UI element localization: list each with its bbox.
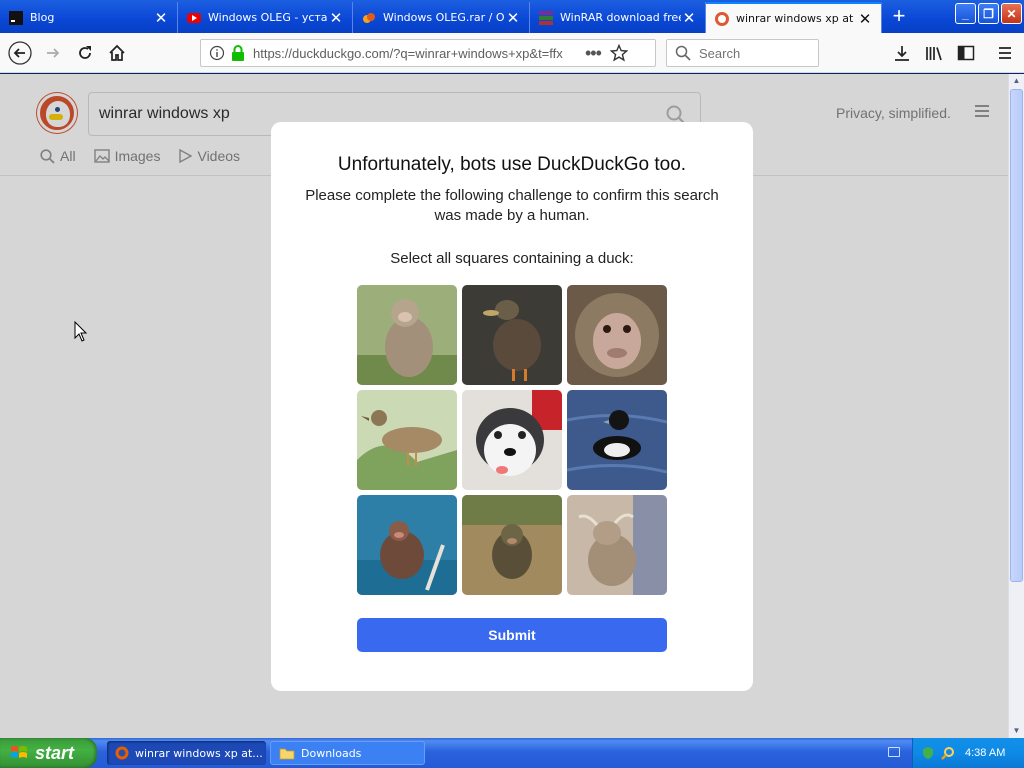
tab-label: Blog [30,11,55,24]
captcha-tile-goat[interactable] [567,495,667,595]
close-tab-icon[interactable]: ✕ [857,10,873,28]
captcha-tile-monkey[interactable] [357,495,457,595]
firefox-icon [115,746,129,760]
taskbar: start winrar windows xp at... Downloads … [0,738,1024,768]
start-button[interactable]: start [0,738,97,768]
close-tab-icon[interactable]: ✕ [505,9,521,27]
url-text: https://duckduckgo.com/?q=winrar+windows… [253,45,563,61]
captcha-tile-duck[interactable] [462,285,562,385]
challenge-subtitle: Please complete the following challenge … [305,187,719,224]
forward-arrow-icon [47,48,60,58]
info-icon[interactable] [209,45,225,61]
mouse-cursor-icon [74,321,88,342]
tab-strip: Blog ✕ Windows OLEG - устанс ✕ Windows O… [0,0,1024,33]
maximize-button[interactable]: ❐ [978,3,999,24]
page-actions-icon[interactable]: ••• [585,43,602,64]
tab-blog[interactable]: Blog ✕ [0,2,178,33]
youtube-icon [187,11,201,25]
forward-button[interactable] [37,37,69,69]
challenge-instruction: Select all squares containing a duck: [390,250,634,267]
system-tray: 4:38 AM [912,738,1024,768]
page-viewport: winrar windows xp All Images Videos Priv… [0,74,1008,738]
captcha-tile-monkey[interactable] [567,285,667,385]
search-icon [675,45,691,61]
search-bar[interactable]: Search [666,39,819,67]
hamburger-icon [999,47,1011,59]
address-bar[interactable]: https://duckduckgo.com/?q=winrar+windows… [200,39,656,67]
bookmark-star-icon[interactable] [609,44,628,62]
keyboard-layout-icon[interactable] [888,747,900,757]
tab-label: winrar windows xp at Du [736,12,857,25]
vertical-scrollbar[interactable]: ▲ ▼ [1008,74,1024,738]
taskbar-item-firefox[interactable]: winrar windows xp at... [107,741,266,765]
clock[interactable]: 4:38 AM [965,747,1005,759]
reload-button[interactable] [69,37,101,69]
navigation-toolbar: https://duckduckgo.com/?q=winrar+windows… [0,33,1024,73]
taskbar-item-label: winrar windows xp at... [135,746,263,760]
winrar-icon [539,10,553,25]
tab-winrar[interactable]: WinRAR download free ✕ [530,2,706,33]
captcha-tile-duck[interactable] [567,390,667,490]
duckduckgo-icon [715,11,729,26]
scroll-up-arrow-icon[interactable]: ▲ [1010,74,1023,88]
captcha-tile-monkey[interactable] [462,495,562,595]
network-shield-icon[interactable] [921,746,935,760]
download-arrow-icon [895,46,909,61]
tab-youtube[interactable]: Windows OLEG - устанс ✕ [178,2,353,33]
close-window-button[interactable]: ✕ [1001,3,1022,24]
magnifier-tray-icon[interactable] [941,746,955,760]
menu-button[interactable] [989,37,1021,69]
sidebar-button[interactable] [950,37,982,69]
taskbar-item-label: Downloads [301,746,362,760]
tab-label: Windows OLEG.rar / Об [383,11,505,24]
home-button[interactable] [101,37,133,69]
captcha-grid [357,285,667,595]
close-tab-icon[interactable]: ✕ [153,9,169,27]
downloads-button[interactable] [886,37,918,69]
terminal-icon [9,10,23,25]
back-button[interactable] [4,37,36,69]
reload-icon [79,46,91,59]
home-icon [109,44,125,61]
folder-icon [279,748,295,760]
bot-challenge-modal: Unfortunately, bots use DuckDuckGo too. … [271,122,753,691]
close-tab-icon[interactable]: ✕ [681,9,697,27]
tab-duckduckgo[interactable]: winrar windows xp at Du ✕ [706,2,882,33]
tab-label: Windows OLEG - устанс [208,11,328,24]
minimize-button[interactable]: _ [955,3,976,24]
tab-label: WinRAR download free [560,11,681,24]
taskbar-item-downloads[interactable]: Downloads [270,741,425,765]
windows-logo-icon [11,746,27,758]
cloud-icon [362,11,376,25]
sidebar-icon [957,45,975,61]
scroll-down-arrow-icon[interactable]: ▼ [1010,724,1023,738]
submit-button[interactable]: Submit [357,618,667,652]
lock-icon[interactable] [231,45,245,61]
challenge-title: Unfortunately, bots use DuckDuckGo too. [337,154,687,175]
search-placeholder: Search [699,45,741,61]
captcha-tile-dog[interactable] [462,390,562,490]
library-icon [926,47,942,61]
library-button[interactable] [918,37,950,69]
close-tab-icon[interactable]: ✕ [328,9,344,27]
captcha-tile-monkey[interactable] [357,285,457,385]
new-tab-button[interactable]: + [884,4,914,30]
captcha-tile-duck[interactable] [357,390,457,490]
tab-cloud[interactable]: Windows OLEG.rar / Об ✕ [353,2,530,33]
scrollbar-thumb[interactable] [1010,89,1023,582]
start-label: start [35,742,75,763]
back-arrow-icon [8,41,32,65]
